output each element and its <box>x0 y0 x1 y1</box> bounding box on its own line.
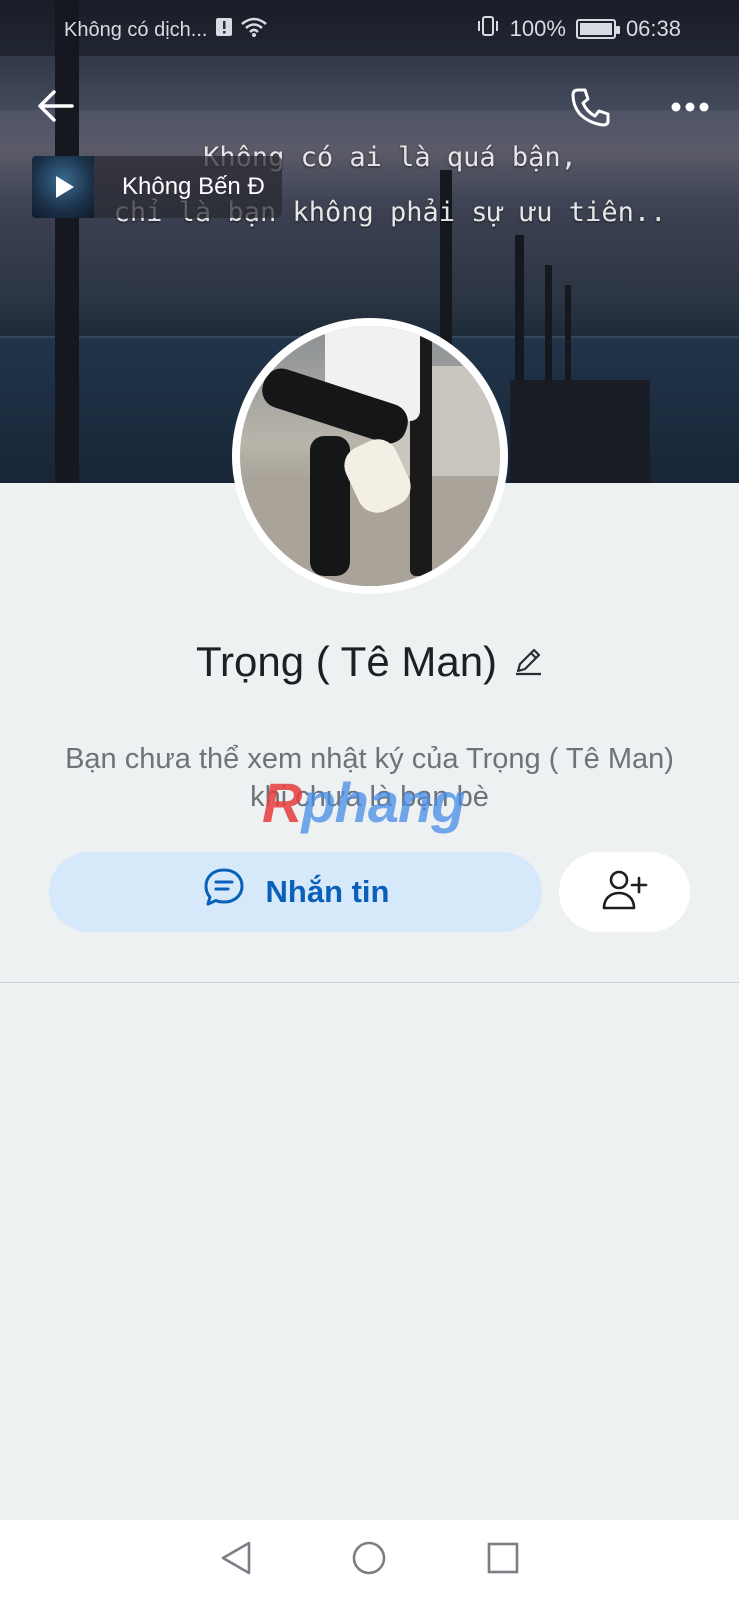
nav-recents-icon[interactable] <box>486 1541 520 1580</box>
clock: 06:38 <box>625 16 681 41</box>
section-divider <box>0 982 739 983</box>
cover-pole <box>545 265 552 385</box>
watermark: Rphang <box>262 770 465 835</box>
profile-name: Trọng ( Tê Man) <box>195 638 498 685</box>
system-nav-bar <box>0 1520 739 1600</box>
add-user-icon <box>601 868 649 917</box>
sim-alert-icon <box>215 17 233 43</box>
watermark-r: R <box>262 771 302 834</box>
play-icon[interactable] <box>56 176 74 198</box>
cover-pier <box>510 380 650 483</box>
wifi-icon <box>241 17 268 43</box>
album-art <box>32 156 94 218</box>
phone-icon[interactable] <box>570 86 612 133</box>
battery-icon <box>575 19 620 39</box>
message-button[interactable]: Nhắn tin <box>49 852 542 932</box>
profile-name-row: Trọng ( Tê Man) <box>0 638 739 686</box>
cover-pole <box>515 235 524 385</box>
cover-pole <box>565 285 571 385</box>
arrow-left-icon[interactable] <box>36 88 76 129</box>
avatar[interactable] <box>232 318 508 594</box>
pencil-icon[interactable] <box>513 638 543 686</box>
nav-home-icon[interactable] <box>351 1540 387 1581</box>
battery-percent: 100% <box>509 16 566 41</box>
nav-back-icon[interactable] <box>219 1540 253 1581</box>
status-bar: Không có dịch... 100% 06:38 <box>0 0 739 56</box>
more-horizontal-icon[interactable] <box>670 100 710 119</box>
chat-bubble-icon <box>202 866 246 918</box>
message-button-label: Nhắn tin <box>265 874 390 909</box>
watermark-text: phang <box>301 771 465 834</box>
carrier-text: Không có dịch... <box>64 18 208 41</box>
vibrate-icon <box>476 15 500 43</box>
avatar-leg <box>310 436 350 576</box>
avatar-photo <box>240 326 500 586</box>
cover-pole <box>55 0 79 483</box>
add-friend-button[interactable] <box>559 852 690 932</box>
music-title: Không Bến Đ <box>122 173 265 200</box>
music-player-chip[interactable]: Không Bến Đ <box>32 156 282 218</box>
